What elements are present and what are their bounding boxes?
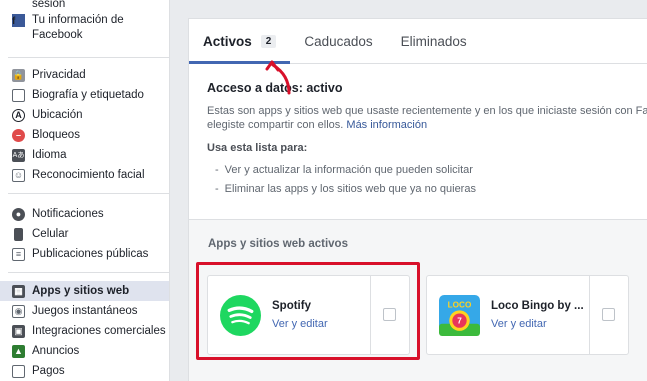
description-line-2: elegiste compartir con ellos. Más inform… xyxy=(207,118,647,132)
sidebar-item-label: sesión xyxy=(32,0,66,10)
tab-active[interactable]: Activos 2 xyxy=(189,19,291,64)
spotify-logo-icon xyxy=(220,294,261,336)
sidebar-item-facebook-info[interactable]: f Tu información de Facebook xyxy=(8,11,169,57)
view-edit-link[interactable]: Ver y editar xyxy=(491,318,584,330)
svg-text:LOCO: LOCO xyxy=(448,300,472,309)
use-list-heading: Usa esta lista para: xyxy=(207,142,308,154)
sidebar-item-label: Reconocimiento facial xyxy=(32,169,145,181)
sidebar-item-business-integrations[interactable]: ▣ Integraciones comerciales xyxy=(8,321,169,341)
sidebar-item-label: Anuncios xyxy=(32,345,80,357)
sidebar-item-label: Privacidad xyxy=(32,69,86,81)
svg-text:7: 7 xyxy=(457,316,462,325)
mobile-phone-icon xyxy=(14,227,23,241)
list-item: Eliminar las apps y los sitios web que y… xyxy=(215,180,639,199)
block-icon: – xyxy=(12,128,25,142)
app-name: Loco Bingo by ... xyxy=(491,300,584,312)
sidebar-group-privacy: 🔒 Privacidad Biografía y etiquetado A Ub… xyxy=(8,58,169,194)
sidebar-item-label: Tu información de Facebook xyxy=(32,14,124,41)
tab-label: Caducados xyxy=(304,33,373,49)
description-line-1: Estas son apps y sitios web que usaste r… xyxy=(207,105,647,117)
view-edit-link[interactable]: Ver y editar xyxy=(272,318,328,330)
sidebar-item-blocking[interactable]: – Bloqueos xyxy=(8,125,169,145)
app-card-spotify[interactable]: Spotify Ver y editar xyxy=(207,275,410,355)
description-text: elegiste compartir con ellos. xyxy=(207,119,344,131)
tab-bar: Activos 2 Caducados Eliminados xyxy=(189,19,647,64)
tab-label: Eliminados xyxy=(400,33,467,49)
tab-removed[interactable]: Eliminados xyxy=(387,19,481,63)
app-name: Spotify xyxy=(272,300,311,312)
ads-icon: ▲ xyxy=(12,344,25,358)
active-apps-section: Apps y sitios web activos Spotify Ver y … xyxy=(189,219,647,381)
sidebar-item-label: Juegos instantáneos xyxy=(32,305,138,317)
sidebar-item-label: Publicaciones públicas xyxy=(32,248,149,260)
sidebar-group-notifications: ● Notificaciones Celular ≡ Publicaciones… xyxy=(8,194,169,273)
use-list: Ver y actualizar la información que pued… xyxy=(207,161,639,199)
settings-sidebar: sesión f Tu información de Facebook 🔒 Pr… xyxy=(0,0,170,381)
select-checkbox[interactable] xyxy=(383,308,396,321)
sidebar-item-label: Biografía y etiquetado xyxy=(32,89,144,101)
sidebar-item-label: Apps y sitios web xyxy=(32,285,130,297)
sidebar-item-label: Idioma xyxy=(32,149,67,161)
sidebar-group-apps: ▦ Apps y sitios web ◉ Juegos instantáneo… xyxy=(0,273,169,381)
facebook-icon: f xyxy=(12,14,25,27)
sidebar-item-label: Celular xyxy=(32,228,69,240)
sidebar-item-label: Pagos xyxy=(32,365,65,377)
face-recognition-icon: ☺ xyxy=(12,168,25,182)
sidebar-item-privacy[interactable]: 🔒 Privacidad xyxy=(8,65,169,85)
sidebar-item-label: Notificaciones xyxy=(32,208,104,220)
app-info: Loco Bingo by ... Ver y editar xyxy=(491,300,584,330)
card-divider xyxy=(370,276,371,354)
sidebar-item-location[interactable]: A Ubicación xyxy=(8,105,169,125)
apps-settings-panel: Activos 2 Caducados Eliminados Acceso a … xyxy=(188,18,647,381)
card-divider xyxy=(589,276,590,354)
sidebar-item-label: Ubicación xyxy=(32,109,83,121)
sidebar-item-label: Bloqueos xyxy=(32,129,80,141)
timeline-icon xyxy=(12,88,25,102)
sidebar-group-account: sesión f Tu información de Facebook xyxy=(8,0,169,58)
lock-icon: 🔒 xyxy=(12,68,25,82)
sidebar-item-language[interactable]: Aあ Idioma xyxy=(8,145,169,165)
globe-icon: ● xyxy=(12,207,25,221)
more-info-link[interactable]: Más información xyxy=(346,119,427,131)
select-checkbox[interactable] xyxy=(602,308,615,321)
rss-icon: ≡ xyxy=(12,247,25,261)
section-heading: Acceso a datos: activo xyxy=(207,81,343,95)
sidebar-item-notifications[interactable]: ● Notificaciones xyxy=(8,204,169,224)
sidebar-item-label: Integraciones comerciales xyxy=(32,325,166,337)
active-apps-title: Apps y sitios web activos xyxy=(208,238,348,250)
sidebar-item-instant-games[interactable]: ◉ Juegos instantáneos xyxy=(8,301,169,321)
data-access-description: Acceso a datos: activo Estas son apps y … xyxy=(189,64,647,199)
sidebar-item-ads[interactable]: ▲ Anuncios xyxy=(8,341,169,361)
tab-expired[interactable]: Caducados xyxy=(290,19,386,63)
language-icon: Aあ xyxy=(12,148,25,162)
sidebar-item-payments[interactable]: Pagos xyxy=(8,361,169,381)
sidebar-item-face-recognition[interactable]: ☺ Reconocimiento facial xyxy=(8,165,169,185)
briefcase-icon: ▣ xyxy=(12,324,25,338)
sidebar-item-public-posts[interactable]: ≡ Publicaciones públicas xyxy=(8,244,169,264)
payments-icon xyxy=(12,364,25,378)
sidebar-item-timeline[interactable]: Biografía y etiquetado xyxy=(8,85,169,105)
list-item: Ver y actualizar la información que pued… xyxy=(215,161,639,180)
sidebar-item-apps-websites[interactable]: ▦ Apps y sitios web xyxy=(0,281,169,301)
location-icon: A xyxy=(12,108,25,122)
sidebar-item-session[interactable]: sesión xyxy=(8,0,169,11)
app-card-loco-bingo[interactable]: LOCO 7 Loco Bingo by ... Ver y editar xyxy=(426,275,629,355)
apps-grid-icon: ▦ xyxy=(12,284,25,298)
gamepad-icon: ◉ xyxy=(12,304,25,318)
sidebar-item-mobile[interactable]: Celular xyxy=(8,224,169,244)
count-badge: 2 xyxy=(260,34,277,48)
app-info: Spotify Ver y editar xyxy=(272,300,328,330)
loco-bingo-logo-icon: LOCO 7 xyxy=(439,294,480,336)
tab-label: Activos xyxy=(203,33,252,49)
